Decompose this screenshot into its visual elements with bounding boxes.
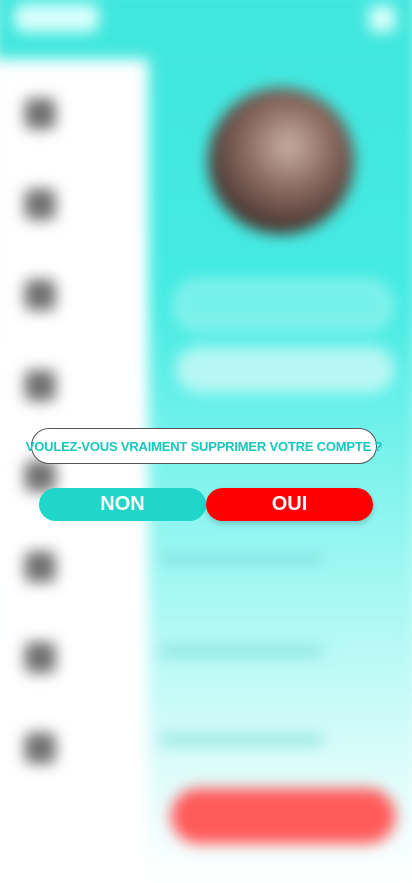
sidebar-icon bbox=[24, 460, 56, 492]
menu-icon bbox=[368, 5, 396, 33]
profile-field bbox=[175, 281, 392, 329]
sidebar bbox=[0, 59, 149, 883]
sidebar-icon bbox=[24, 642, 56, 673]
app-logo bbox=[14, 3, 99, 33]
confirm-question-text: VOULEZ-VOUS VRAIMENT SUPPRIMER VOTRE COM… bbox=[25, 438, 383, 454]
sidebar-icon bbox=[24, 370, 56, 402]
sidebar-icon bbox=[24, 732, 56, 764]
profile-info-line bbox=[158, 734, 324, 746]
sidebar-icon bbox=[24, 188, 56, 220]
profile-field bbox=[177, 347, 394, 391]
confirm-delete-button[interactable]: OUI bbox=[206, 488, 373, 521]
profile-info-line bbox=[158, 646, 324, 657]
avatar bbox=[208, 87, 355, 235]
delete-account-button-background bbox=[170, 788, 396, 844]
sidebar-icon bbox=[24, 279, 56, 311]
sidebar-icon bbox=[24, 98, 56, 130]
cancel-button[interactable]: NON bbox=[39, 488, 206, 521]
sidebar-icon bbox=[24, 551, 56, 583]
confirm-question-box: VOULEZ-VOUS VRAIMENT SUPPRIMER VOTRE COM… bbox=[26, 428, 382, 464]
profile-info-line bbox=[158, 553, 324, 564]
